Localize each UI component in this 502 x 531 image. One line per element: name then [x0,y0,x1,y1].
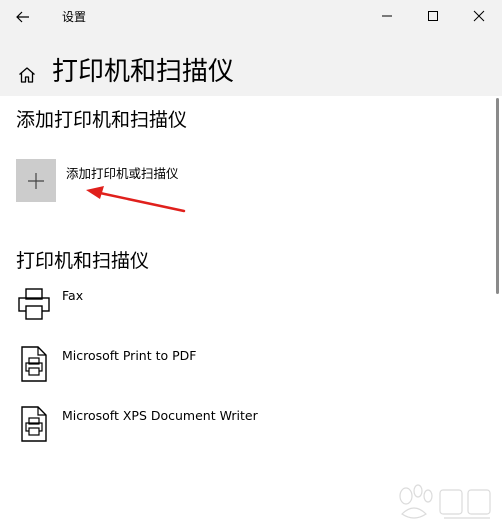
add-printer-button[interactable]: 添加打印机或扫描仪 [16,159,179,202]
arrow-left-icon [16,11,29,23]
home-icon [19,67,35,83]
device-item-print-to-pdf[interactable]: Microsoft Print to PDF [16,344,196,384]
add-printer-label: 添加打印机或扫描仪 [66,166,179,181]
maximize-icon [428,11,438,21]
back-button[interactable] [6,2,40,32]
add-section-title: 添加打印机和扫描仪 [16,109,188,131]
printer-driver-icon [16,404,52,444]
minimize-icon [382,15,392,17]
device-item-xps-writer[interactable]: Microsoft XPS Document Writer [16,404,258,444]
device-name: Microsoft XPS Document Writer [62,408,258,423]
add-tile[interactable] [16,159,56,202]
maximize-button[interactable] [410,0,456,32]
device-name: Microsoft Print to PDF [62,348,197,363]
page-title: 打印机和扫描仪 [52,57,235,87]
close-icon [473,10,485,22]
close-button[interactable] [456,0,502,32]
device-item-fax[interactable]: Fax [16,284,83,324]
fax-printer-icon [16,284,52,324]
window-title: 设置 [62,10,87,24]
home-button[interactable] [14,62,40,88]
minimize-button[interactable] [364,0,410,32]
devices-section-title: 打印机和扫描仪 [16,250,150,272]
plus-icon [28,172,44,189]
scrollbar[interactable] [496,98,499,294]
watermark-logo [399,484,491,519]
device-name: Fax [62,288,84,303]
title-bar: 设置 [0,0,502,34]
page-header: 打印机和扫描仪 [0,34,502,96]
printer-driver-icon [16,344,52,384]
